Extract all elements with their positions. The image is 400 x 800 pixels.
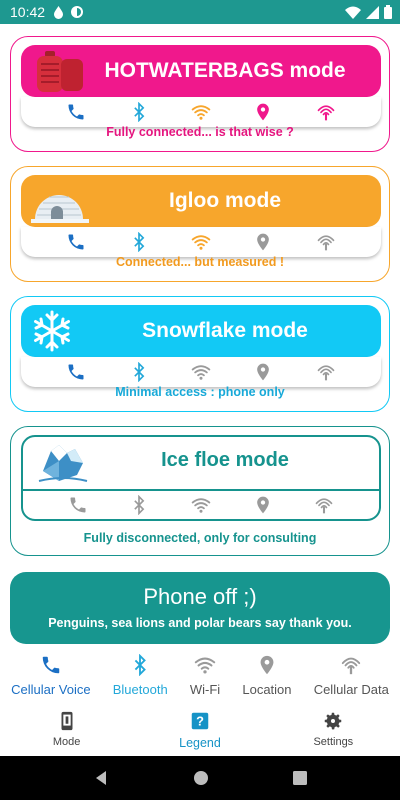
cellular-data-icon xyxy=(317,365,335,381)
bluetooth-icon xyxy=(133,362,144,382)
snowflake-icon xyxy=(34,310,70,352)
modes-list[interactable]: HOTWATERBAGS mode Fully connected... is … xyxy=(0,24,400,648)
legend-label: Cellular Voice xyxy=(11,682,91,697)
phone-icon xyxy=(42,656,60,674)
legend-item-wifi: Wi-Fi xyxy=(190,648,220,704)
legend-item-location: Location xyxy=(242,648,292,704)
legend-bar: Cellular Voice Bluetooth Wi-Fi Location … xyxy=(0,648,400,704)
cell-signal-icon xyxy=(366,5,379,19)
svg-text:?: ? xyxy=(196,714,204,729)
mode-caption: Fully disconnected, only for consulting xyxy=(83,531,317,545)
status-bar: 10:42 xyxy=(0,0,400,24)
location-icon xyxy=(256,496,269,514)
igloo-icon xyxy=(31,195,89,223)
feature-icons-row xyxy=(21,357,381,387)
back-icon[interactable] xyxy=(93,770,109,786)
phone-device-icon xyxy=(61,711,73,731)
wifi-icon xyxy=(194,657,216,674)
nav-item-mode[interactable]: Mode xyxy=(0,704,133,756)
mode-header-igloo: Igloo mode xyxy=(21,175,381,227)
location-icon xyxy=(257,363,270,381)
cellular-data-icon xyxy=(315,498,333,514)
bluetooth-icon xyxy=(133,102,144,122)
legend-item-bluetooth: Bluetooth xyxy=(113,648,168,704)
location-icon xyxy=(257,103,270,121)
mode-caption: Fully connected... is that wise ? xyxy=(106,125,294,139)
mode-title: Ice floe mode xyxy=(161,449,289,471)
help-icon: ? xyxy=(191,712,209,730)
recents-icon[interactable] xyxy=(293,771,307,785)
nav-label: Legend xyxy=(179,736,221,750)
mode-card-snowflake[interactable]: Snowflake mode Minimal access : phone on… xyxy=(10,296,390,412)
data-saver-icon xyxy=(71,6,84,18)
mode-caption: Connected... but measured ! xyxy=(115,255,285,269)
feature-icons-row xyxy=(21,227,381,257)
notification-drop-icon xyxy=(54,6,64,19)
mode-card-icefloe[interactable]: Ice floe mode Fully disconnected, only f… xyxy=(10,426,390,556)
phone-off-title: Phone off ;) xyxy=(143,584,257,609)
mode-header-snowflake: Snowflake mode xyxy=(21,305,381,357)
feature-icons-row xyxy=(21,97,381,127)
mode-header-hotwaterbags: HOTWATERBAGS mode xyxy=(21,45,381,97)
wifi-icon xyxy=(191,365,211,380)
wifi-status-icon xyxy=(345,6,361,19)
bottom-navigation: Mode ? Legend Settings xyxy=(0,704,400,756)
wifi-icon xyxy=(191,498,211,513)
legend-label: Bluetooth xyxy=(112,682,168,697)
cellular-data-icon xyxy=(317,235,335,251)
cellular-data-icon xyxy=(317,105,335,121)
nav-label: Mode xyxy=(52,736,81,748)
bluetooth-icon xyxy=(133,232,144,252)
hot-water-bag-icon xyxy=(37,51,83,92)
nav-label: Settings xyxy=(313,736,354,748)
legend-label: Cellular Data xyxy=(313,682,389,697)
mode-card-hotwaterbags[interactable]: HOTWATERBAGS mode Fully connected... is … xyxy=(10,36,390,152)
phone-off-subtitle: Penguins, sea lions and polar bears say … xyxy=(48,616,352,630)
phone-off-card[interactable]: Phone off ;) Penguins, sea lions and pol… xyxy=(10,572,390,644)
system-navigation-bar xyxy=(0,756,400,800)
wifi-icon xyxy=(191,105,211,120)
bluetooth-icon xyxy=(134,654,147,676)
phone-icon xyxy=(68,364,84,380)
location-icon xyxy=(257,233,270,251)
phone-icon xyxy=(68,104,84,120)
location-icon xyxy=(260,655,274,675)
feature-icons-row xyxy=(23,489,379,519)
legend-item-cellular-voice: Cellular Voice xyxy=(11,648,91,704)
home-icon[interactable] xyxy=(193,770,209,786)
wifi-icon xyxy=(191,235,211,250)
bluetooth-icon xyxy=(134,495,145,515)
battery-icon xyxy=(384,5,392,19)
cellular-data-icon xyxy=(342,657,361,675)
gear-icon xyxy=(325,712,342,730)
legend-item-cellular-data: Cellular Data xyxy=(314,648,389,704)
legend-label: Wi-Fi xyxy=(189,682,221,697)
phone-icon xyxy=(68,234,84,250)
status-time: 10:42 xyxy=(10,4,46,20)
legend-label: Location xyxy=(242,682,292,697)
mode-card-igloo[interactable]: Igloo mode Connected... but measured ! xyxy=(10,166,390,282)
nav-item-legend[interactable]: ? Legend xyxy=(133,704,266,756)
nav-item-settings[interactable]: Settings xyxy=(267,704,400,756)
mode-header-icefloe: Ice floe mode xyxy=(21,435,381,521)
phone-icon xyxy=(70,497,86,513)
mode-caption: Minimal access : phone only xyxy=(115,385,285,399)
